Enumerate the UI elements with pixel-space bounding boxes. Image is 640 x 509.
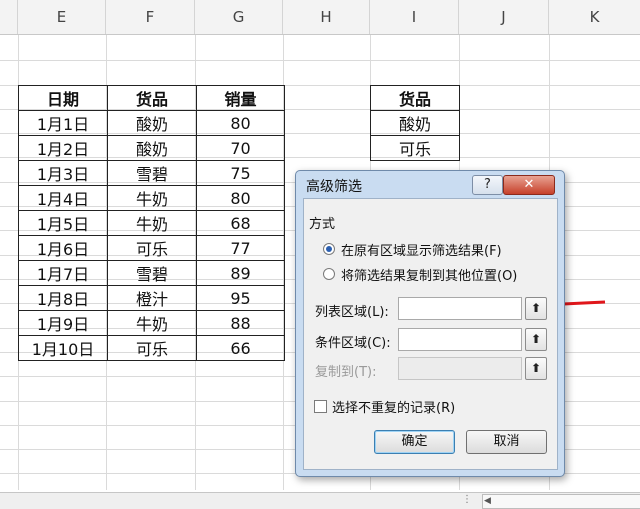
- criteria-cell[interactable]: 酸奶: [370, 110, 460, 136]
- copy-to-input[interactable]: [398, 357, 522, 380]
- cell-product[interactable]: 可乐: [107, 335, 197, 361]
- column-header-i[interactable]: I: [370, 0, 459, 34]
- sales-table: 日期 货品 销量 1月1日 酸奶 80 1月2日 酸奶 70 1月3日 雪碧 75 1月4日 牛奶 8…: [18, 85, 285, 361]
- criteria-header-row: 货品: [370, 85, 460, 111]
- horizontal-scrollbar[interactable]: ◀: [482, 494, 640, 509]
- copy-to-label: 复制到(T):: [315, 365, 377, 380]
- cell-date[interactable]: 1月7日: [18, 260, 108, 286]
- cell-sales[interactable]: 88: [196, 310, 285, 336]
- header-sales[interactable]: 销量: [196, 85, 285, 111]
- table-row: 1月7日 雪碧 89: [18, 260, 285, 286]
- list-range-input[interactable]: [398, 297, 522, 320]
- cell-sales[interactable]: 77: [196, 235, 285, 261]
- mode-group-label: 方式: [309, 217, 336, 232]
- cell-product[interactable]: 雪碧: [107, 160, 197, 186]
- cell-sales[interactable]: 68: [196, 210, 285, 236]
- cell-product[interactable]: 雪碧: [107, 260, 197, 286]
- advanced-filter-dialog: 高级筛选 ? ✕ 方式 在原有区域显示筛选结果(F) 将筛选结果复制到其他位置(…: [295, 170, 565, 477]
- table-row: 1月10日 可乐 66: [18, 335, 285, 361]
- cell-product[interactable]: 牛奶: [107, 185, 197, 211]
- close-button[interactable]: ✕: [503, 175, 555, 195]
- criteria-range-picker-icon[interactable]: ⬆: [525, 328, 547, 351]
- status-scroll-bar: ⋮ ◀: [0, 492, 640, 509]
- list-range-picker-icon[interactable]: ⬆: [525, 297, 547, 320]
- table-row: 1月5日 牛奶 68: [18, 210, 285, 236]
- unique-records-checkbox[interactable]: [314, 400, 327, 413]
- table-header-row: 日期 货品 销量: [18, 85, 285, 111]
- column-header-f[interactable]: F: [106, 0, 195, 34]
- cell-product[interactable]: 酸奶: [107, 110, 197, 136]
- radio-filter-in-place-label[interactable]: 在原有区域显示筛选结果(F): [341, 240, 502, 259]
- column-header-j[interactable]: J: [459, 0, 549, 34]
- cell-sales[interactable]: 95: [196, 285, 285, 311]
- cell-date[interactable]: 1月1日: [18, 110, 108, 136]
- table-row: 1月2日 酸奶 70: [18, 135, 285, 161]
- cell-date[interactable]: 1月5日: [18, 210, 108, 236]
- table-row: 1月3日 雪碧 75: [18, 160, 285, 186]
- cell-date[interactable]: 1月10日: [18, 335, 108, 361]
- cell-date[interactable]: 1月4日: [18, 185, 108, 211]
- table-row: 1月1日 酸奶 80: [18, 110, 285, 136]
- header-product[interactable]: 货品: [107, 85, 197, 111]
- cell-product[interactable]: 牛奶: [107, 210, 197, 236]
- ok-button[interactable]: 确定: [374, 430, 455, 454]
- cell-product[interactable]: 牛奶: [107, 310, 197, 336]
- list-range-label: 列表区域(L):: [315, 305, 389, 320]
- cell-sales[interactable]: 80: [196, 185, 285, 211]
- header-date[interactable]: 日期: [18, 85, 108, 111]
- copy-to-picker-icon[interactable]: ⬆: [525, 357, 547, 380]
- unique-records-label[interactable]: 选择不重复的记录(R): [332, 397, 455, 416]
- radio-copy-to-location[interactable]: [323, 268, 335, 280]
- help-button[interactable]: ?: [472, 175, 503, 195]
- column-header-g[interactable]: G: [195, 0, 283, 34]
- cell-date[interactable]: 1月3日: [18, 160, 108, 186]
- criteria-row: 酸奶: [370, 110, 460, 136]
- cell-sales[interactable]: 66: [196, 335, 285, 361]
- radio-copy-to-location-label[interactable]: 将筛选结果复制到其他位置(O): [341, 265, 517, 284]
- column-header-e[interactable]: E: [18, 0, 106, 34]
- cell-sales[interactable]: 75: [196, 160, 285, 186]
- cell-sales[interactable]: 70: [196, 135, 285, 161]
- cell-product[interactable]: 橙汁: [107, 285, 197, 311]
- scroll-left-icon[interactable]: ◀: [484, 495, 491, 508]
- cell-date[interactable]: 1月6日: [18, 235, 108, 261]
- cell-date[interactable]: 1月9日: [18, 310, 108, 336]
- split-handle[interactable]: ⋮: [462, 493, 472, 507]
- column-header-bar: E F G H I J K: [0, 0, 640, 35]
- table-row: 1月9日 牛奶 88: [18, 310, 285, 336]
- table-row: 1月8日 橙汁 95: [18, 285, 285, 311]
- cell-sales[interactable]: 80: [196, 110, 285, 136]
- cell-sales[interactable]: 89: [196, 260, 285, 286]
- column-header-h[interactable]: H: [283, 0, 370, 34]
- radio-filter-in-place[interactable]: [323, 243, 335, 255]
- select-all-corner[interactable]: [0, 0, 18, 34]
- cell-product[interactable]: 酸奶: [107, 135, 197, 161]
- cell-date[interactable]: 1月8日: [18, 285, 108, 311]
- table-row: 1月6日 可乐 77: [18, 235, 285, 261]
- cancel-button[interactable]: 取消: [466, 430, 547, 454]
- criteria-range-label: 条件区域(C):: [315, 336, 391, 351]
- criteria-cell[interactable]: 可乐: [370, 135, 460, 161]
- table-row: 1月4日 牛奶 80: [18, 185, 285, 211]
- criteria-row: 可乐: [370, 135, 460, 161]
- dialog-title: 高级筛选: [306, 179, 362, 195]
- criteria-range-input[interactable]: [398, 328, 522, 351]
- cell-product[interactable]: 可乐: [107, 235, 197, 261]
- criteria-header[interactable]: 货品: [370, 85, 460, 111]
- column-header-k[interactable]: K: [549, 0, 640, 34]
- cell-date[interactable]: 1月2日: [18, 135, 108, 161]
- criteria-table: 货品 酸奶 可乐: [370, 85, 460, 161]
